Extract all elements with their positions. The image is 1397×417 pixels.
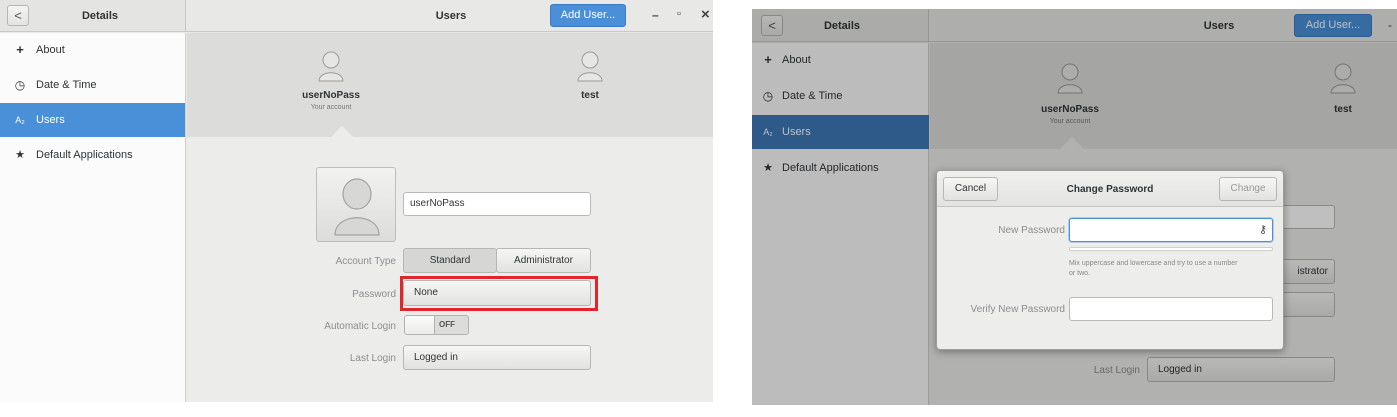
new-password-label: New Password: [998, 225, 1065, 236]
dialog-title: Change Password: [1066, 184, 1154, 195]
account-type-administrator-button[interactable]: Administrator: [496, 248, 591, 273]
close-button[interactable]: ×: [701, 6, 710, 23]
user-name: test: [581, 90, 599, 101]
user-avatar-icon: [318, 51, 344, 82]
minimize-button[interactable]: –: [652, 8, 659, 22]
back-button[interactable]: <: [7, 5, 29, 26]
cancel-button[interactable]: Cancel: [943, 177, 998, 201]
sidebar-item-label: Users: [36, 114, 65, 126]
sidebar-item-about[interactable]: + About: [0, 33, 185, 67]
username-field[interactable]: userNoPass: [403, 192, 591, 216]
user-photo-button[interactable]: [316, 167, 396, 242]
verify-password-label: Verify New Password: [970, 304, 1065, 315]
window-title: Users: [435, 10, 467, 22]
last-login-button[interactable]: Logged in: [403, 345, 591, 370]
automatic-login-label: Automatic Login: [324, 321, 396, 332]
user-avatar-icon: [334, 178, 380, 236]
selected-user-indicator: [330, 126, 354, 138]
switch-state: OFF: [439, 320, 455, 329]
add-user-button[interactable]: Add User...: [550, 4, 626, 27]
user-subtitle: Your account: [310, 104, 352, 111]
account-type-standard-button[interactable]: Standard: [403, 248, 497, 273]
user-card-test[interactable]: test: [555, 50, 625, 125]
user-card-usernopass[interactable]: userNoPass Your account: [296, 50, 366, 125]
sidebar-item-label: Default Applications: [36, 149, 133, 161]
password-strength-bar: [1069, 247, 1273, 251]
users-icon: A₂: [15, 115, 25, 125]
highlight-box: [400, 276, 598, 311]
clock-icon: ◷: [14, 78, 26, 92]
change-password-dialog: Cancel Change Password Change New Passwo…: [936, 170, 1284, 350]
switch-knob: [405, 316, 435, 334]
change-button[interactable]: Change: [1219, 177, 1277, 201]
password-label: Password: [352, 289, 396, 300]
sidebar-item-label: Date & Time: [36, 79, 97, 91]
password-hint: Mix uppercase and lowercase and try to u…: [1069, 260, 1238, 277]
plus-icon: +: [16, 42, 24, 57]
maximize-button[interactable]: ▫: [677, 8, 681, 20]
header-left: < Details: [0, 0, 186, 32]
user-list-strip: [187, 33, 713, 137]
user-name: userNoPass: [302, 90, 360, 101]
verify-password-field[interactable]: [1069, 297, 1273, 321]
account-type-label: Account Type: [335, 256, 396, 267]
user-avatar-icon: [577, 51, 603, 82]
sidebar-item-users[interactable]: A₂ Users: [0, 103, 185, 137]
sidebar: + About ◷ Date & Time A₂ Users ★ Default…: [0, 33, 186, 402]
settings-window-1: < Details Users Add User... – ▫ × + Abou…: [0, 0, 713, 402]
panel-title: Details: [81, 10, 119, 22]
automatic-login-switch[interactable]: OFF: [404, 315, 469, 335]
sidebar-item-label: About: [36, 44, 65, 56]
settings-window-2: < Details Users Add User... - + About ◷ …: [752, 9, 1397, 405]
star-icon: ★: [15, 149, 25, 161]
generate-password-icon[interactable]: ⚷: [1259, 223, 1267, 236]
sidebar-item-date-time[interactable]: ◷ Date & Time: [0, 68, 185, 102]
header-right: Users: [186, 0, 713, 32]
last-login-label: Last Login: [349, 353, 396, 364]
new-password-field[interactable]: ⚷: [1069, 218, 1273, 242]
sidebar-item-default-applications[interactable]: ★ Default Applications: [0, 138, 185, 172]
